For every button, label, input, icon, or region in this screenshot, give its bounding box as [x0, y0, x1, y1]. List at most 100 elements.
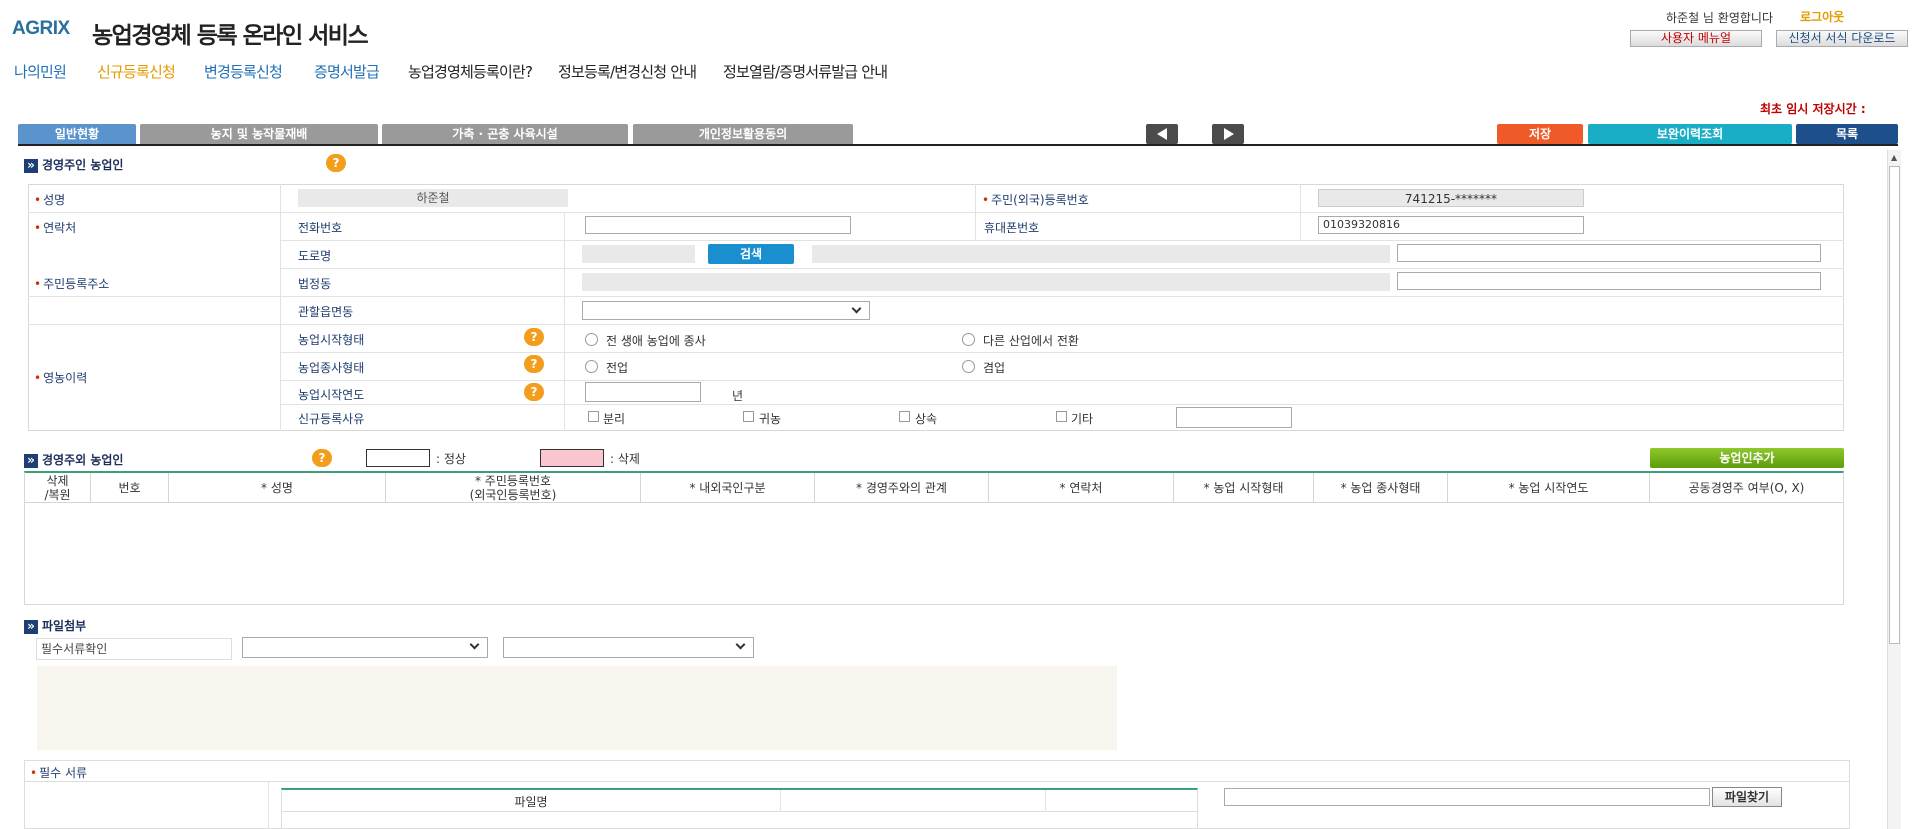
- help-icon[interactable]: ?: [326, 154, 346, 172]
- history-button[interactable]: 보완이력조회: [1588, 124, 1792, 144]
- start-type-option-label: 다른 산업에서 전환: [983, 334, 1079, 348]
- nav-change-registration[interactable]: 변경등록신청: [204, 61, 283, 82]
- doc-type-select[interactable]: [503, 637, 754, 658]
- col-file-name: 파일명: [514, 795, 548, 809]
- reason-option-label: 기타: [1071, 412, 1094, 426]
- welcome-text: 하준철 님 환영합니다: [1666, 11, 1773, 25]
- nav-about[interactable]: 농업경영체등록이란?: [408, 61, 533, 82]
- owner-section-title: 경영주인 농업인: [24, 156, 123, 173]
- start-year-label: 농업시작연도: [298, 388, 365, 402]
- help-icon[interactable]: ?: [524, 383, 544, 401]
- logout-link[interactable]: 로그아웃: [1800, 8, 1844, 25]
- legal-dong-detail-input[interactable]: [1397, 272, 1821, 290]
- required-docs-title: 필수 서류: [30, 764, 87, 781]
- col-work-type: * 농업 종사형태: [1314, 473, 1448, 503]
- admin-dong-label: 관할읍면동: [298, 305, 354, 319]
- legal-dong-label: 법정동: [298, 277, 332, 291]
- help-icon[interactable]: ?: [312, 449, 332, 467]
- doc-category-select[interactable]: [242, 637, 488, 658]
- legend-delete-swatch: [540, 449, 604, 467]
- start-year-input[interactable]: [585, 382, 701, 402]
- reason-checkbox-other[interactable]: [1056, 411, 1067, 422]
- nav-my-request[interactable]: 나의민원: [14, 61, 67, 82]
- reason-other-input[interactable]: [1176, 407, 1292, 428]
- name-field: 하준철: [298, 189, 568, 207]
- road-detail-input[interactable]: [1397, 244, 1821, 262]
- list-button[interactable]: 목록: [1796, 124, 1898, 144]
- agrix-logo[interactable]: AGRIX: [12, 18, 70, 40]
- file-find-button[interactable]: 파일찾기: [1712, 787, 1782, 807]
- help-icon[interactable]: ?: [524, 328, 544, 346]
- year-unit: 년: [732, 389, 744, 403]
- rrn-label: 주민(외국)등록번호: [982, 191, 1089, 208]
- others-section-title: 경영주외 농업인: [24, 451, 123, 468]
- mobile-input[interactable]: 01039320816: [1318, 216, 1584, 234]
- add-farmer-button[interactable]: 농업인추가: [1650, 448, 1844, 468]
- col-contact: * 연락처: [989, 473, 1174, 503]
- next-arrow-icon[interactable]: [1212, 124, 1244, 144]
- tab-livestock[interactable]: 가축 · 곤충 사육시설: [382, 124, 628, 144]
- tab-farmland[interactable]: 농지 및 농작물재배: [140, 124, 378, 144]
- save-button[interactable]: 저장: [1497, 124, 1583, 144]
- legal-dong-field: [582, 273, 1390, 291]
- work-type-label: 농업종사형태: [298, 361, 365, 375]
- phone-input[interactable]: [585, 216, 851, 234]
- scrollbar[interactable]: ▲: [1887, 150, 1901, 829]
- col-relation: * 경영주와의 관계: [815, 473, 989, 503]
- col-co-manager: 공동경영주 여부(O, X): [1688, 481, 1805, 495]
- zipcode-field: [582, 245, 695, 263]
- col-start-type: * 농업 시작형태: [1174, 473, 1314, 503]
- legend-delete-label: : 삭제: [610, 452, 640, 466]
- file-section-title: 파일첨부: [24, 617, 86, 634]
- user-manual-button[interactable]: 사용자 메뉴얼: [1630, 30, 1762, 47]
- doc-info-panel: [37, 666, 1117, 750]
- tab-general[interactable]: 일반현황: [18, 124, 136, 144]
- legend-normal-swatch: [366, 449, 430, 467]
- reason-label: 신규등록사유: [298, 412, 365, 426]
- rrn-field: 741215-*******: [1318, 189, 1584, 207]
- col-delete: 삭제 /복원: [25, 473, 91, 503]
- work-type-radio-fulltime[interactable]: [585, 360, 598, 373]
- tab-divider: [18, 144, 1898, 146]
- reason-checkbox-separation[interactable]: [588, 411, 599, 422]
- col-start-year: * 농업 시작연도: [1448, 473, 1650, 503]
- reason-checkbox-inherit[interactable]: [899, 411, 910, 422]
- col-rrn: * 주민등록번호 (외국인등록번호): [386, 473, 641, 503]
- start-type-label: 농업시작형태: [298, 333, 365, 347]
- site-title: 농업경영체 등록 온라인 서비스: [92, 23, 369, 49]
- reason-checkbox-return[interactable]: [743, 411, 754, 422]
- nav-new-registration[interactable]: 신규등록신청: [97, 61, 176, 82]
- col-name: * 성명: [169, 473, 386, 503]
- admin-dong-select[interactable]: [582, 301, 870, 320]
- road-address-field: [812, 245, 1390, 263]
- road-label: 도로명: [298, 249, 332, 263]
- help-icon[interactable]: ?: [524, 355, 544, 373]
- name-label: 성명: [34, 191, 65, 208]
- scroll-thumb[interactable]: [1889, 166, 1900, 644]
- start-type-option-label: 전 생애 농업에 종사: [606, 334, 706, 348]
- nav-view-guide[interactable]: 정보열람/증명서류발급 안내: [723, 61, 888, 82]
- career-label: 영농이력: [34, 369, 87, 386]
- start-type-radio-transfer[interactable]: [962, 333, 975, 346]
- phone-label: 전화번호: [298, 221, 343, 235]
- reason-option-label: 상속: [915, 412, 938, 426]
- file-path-input[interactable]: [1224, 788, 1710, 806]
- address-label: 주민등록주소: [34, 275, 109, 292]
- mobile-label: 휴대폰번호: [984, 221, 1040, 235]
- nav-info-guide[interactable]: 정보등록/변경신청 안내: [558, 61, 697, 82]
- prev-arrow-icon[interactable]: [1146, 124, 1178, 144]
- work-type-radio-parttime[interactable]: [962, 360, 975, 373]
- tab-privacy[interactable]: 개인정보활용동의: [633, 124, 853, 144]
- legend-normal-label: : 정상: [436, 452, 466, 466]
- scroll-up-icon[interactable]: ▲: [1891, 153, 1897, 162]
- contact-label: 연락처: [34, 219, 76, 236]
- col-nationality: * 내외국인구분: [641, 473, 815, 503]
- start-type-radio-lifelong[interactable]: [585, 333, 598, 346]
- col-number: 번호: [91, 473, 169, 503]
- nav-certificate[interactable]: 증명서발급: [314, 61, 380, 82]
- work-type-option-label: 전업: [606, 361, 629, 375]
- reason-option-label: 분리: [603, 412, 626, 426]
- form-download-button[interactable]: 신청서 서식 다운로드: [1776, 30, 1908, 47]
- work-type-option-label: 겸업: [983, 361, 1006, 375]
- address-search-button[interactable]: 검색: [708, 244, 794, 264]
